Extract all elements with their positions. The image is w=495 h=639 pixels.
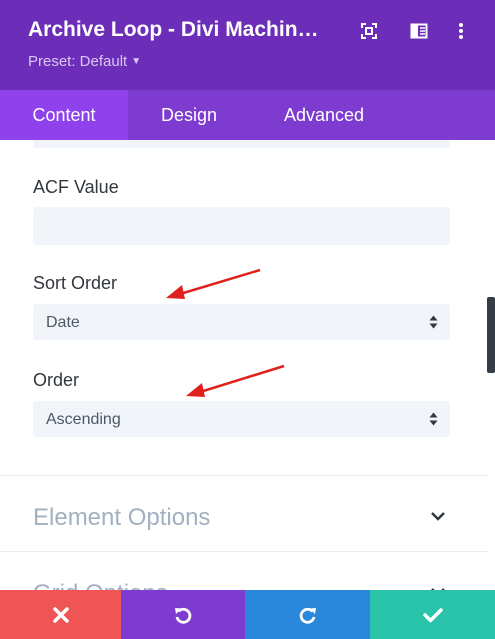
acf-value-input[interactable] <box>33 207 450 245</box>
toggle-element-options[interactable]: Element Options <box>0 481 488 551</box>
toggle-title: Grid Options <box>33 580 168 590</box>
focus-icon[interactable] <box>358 20 380 42</box>
tab-bar: Content Design Advanced <box>0 90 495 140</box>
undo-icon <box>175 607 192 624</box>
sort-order-value: Date <box>46 314 80 331</box>
annotation-arrow-icon <box>166 268 261 299</box>
preset-label: Preset: Default <box>28 53 128 70</box>
redo-icon <box>299 607 316 624</box>
scrollbar-thumb[interactable] <box>487 297 495 373</box>
select-arrows-icon <box>429 412 438 426</box>
order-label: Order <box>33 370 80 390</box>
order-value: Ascending <box>46 411 121 428</box>
cancel-button[interactable] <box>0 590 121 639</box>
tab-advanced[interactable]: Advanced <box>250 90 398 140</box>
acf-value-label: ACF Value <box>33 177 119 197</box>
sort-order-select[interactable]: Date <box>33 304 450 340</box>
sort-order-label: Sort Order <box>33 273 118 293</box>
caret-down-icon: ▼ <box>131 56 142 67</box>
action-bar <box>0 590 495 639</box>
tab-content[interactable]: Content <box>0 90 128 140</box>
preset-dropdown[interactable]: Preset: Default ▼ <box>28 53 141 70</box>
settings-content: ACF Value Sort Order Date Order Ascendin… <box>0 140 495 590</box>
settings-header: Archive Loop - Divi Machin… Preset: Defa… <box>0 0 495 90</box>
save-button[interactable] <box>370 590 495 639</box>
divider <box>0 551 488 552</box>
order-select[interactable]: Ascending <box>33 401 450 437</box>
tab-design[interactable]: Design <box>128 90 250 140</box>
annotation-arrow-icon <box>186 364 285 397</box>
text-field[interactable] <box>33 140 450 148</box>
select-arrows-icon <box>429 315 438 329</box>
module-title: Archive Loop - Divi Machin… <box>28 18 319 41</box>
close-icon <box>52 606 69 623</box>
chevron-down-icon <box>431 512 445 521</box>
columns-icon[interactable] <box>408 20 430 42</box>
more-vert-icon[interactable] <box>450 20 472 42</box>
check-icon <box>422 607 443 622</box>
toggle-title: Element Options <box>33 504 211 531</box>
undo-button[interactable] <box>121 590 245 639</box>
toggle-grid-options[interactable]: Grid Options <box>0 557 488 590</box>
divider <box>0 475 488 476</box>
redo-button[interactable] <box>245 590 370 639</box>
